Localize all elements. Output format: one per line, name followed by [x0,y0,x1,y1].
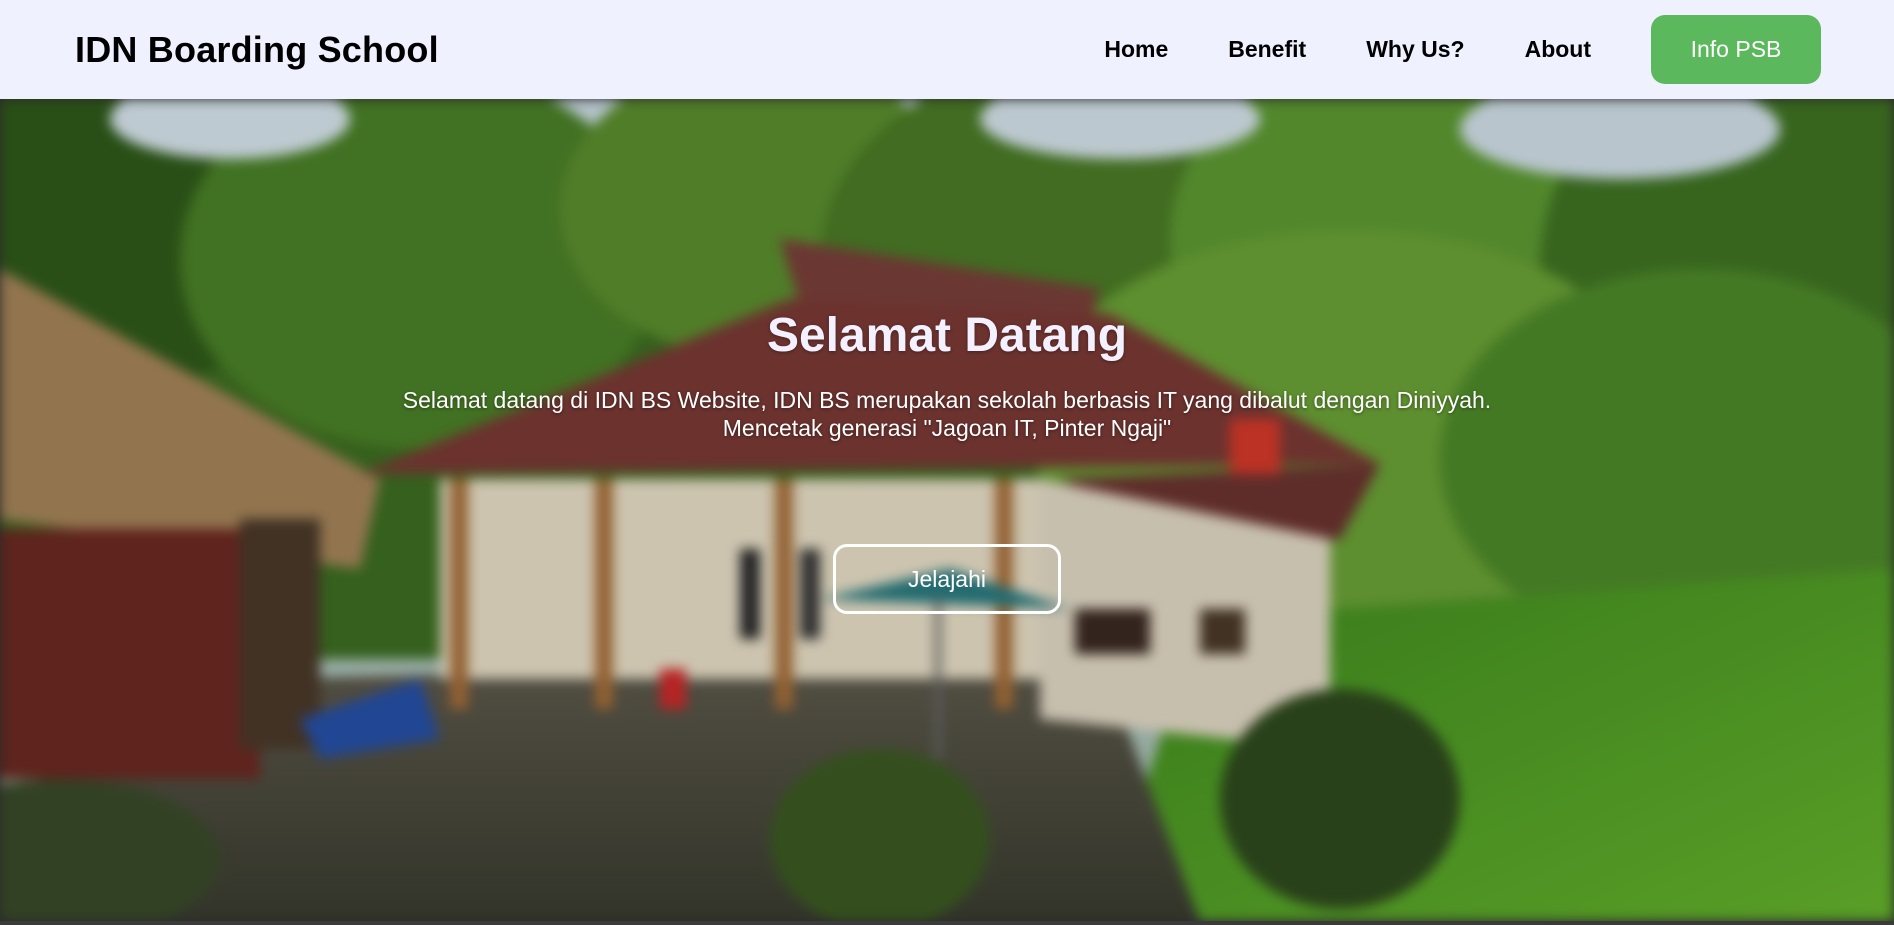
hero-title: Selamat Datang [766,309,1128,362]
hero-background-image [0,99,1894,921]
info-psb-button[interactable]: Info PSB [1651,15,1821,84]
hero-description-line-2: Mencetak generasi "Jagoan IT, Pinter Nga… [722,415,1172,441]
bottom-divider [0,921,1894,925]
nav-links: Home Benefit Why Us? About Info PSB [1104,15,1821,84]
top-navbar: IDN Boarding School Home Benefit Why Us?… [0,0,1894,99]
hero-description-line-1: Selamat datang di IDN BS Website, IDN BS… [402,387,1492,413]
hero-section: Selamat Datang Selamat datang di IDN BS … [0,99,1894,921]
nav-link-why-us[interactable]: Why Us? [1366,36,1464,63]
nav-link-about[interactable]: About [1525,36,1591,63]
nav-link-home[interactable]: Home [1104,36,1168,63]
explore-button[interactable]: Jelajahi [833,544,1061,614]
hero-description: Selamat datang di IDN BS Website, IDN BS… [0,386,1894,442]
brand-logo[interactable]: IDN Boarding School [75,29,439,71]
nav-link-benefit[interactable]: Benefit [1228,36,1306,63]
